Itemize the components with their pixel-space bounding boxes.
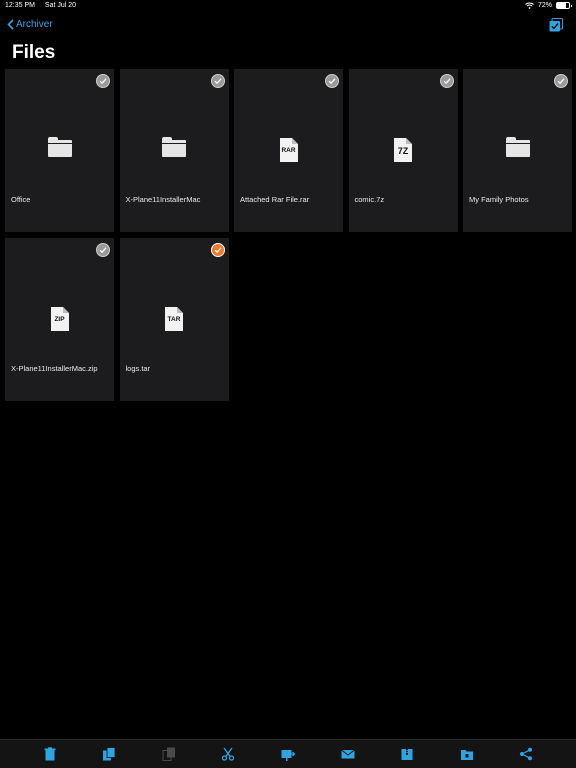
trash-icon[interactable] xyxy=(42,746,58,762)
navigation-bar: Archiver xyxy=(0,14,576,38)
file-tile[interactable]: 7Z comic.7z xyxy=(348,69,458,232)
file-name: logs.tar xyxy=(125,364,151,373)
selection-check-icon[interactable] xyxy=(439,74,454,88)
move-icon[interactable] xyxy=(280,746,296,762)
file-name: Office xyxy=(11,195,31,204)
back-button[interactable]: Archiver xyxy=(7,19,53,30)
status-time: 12:35 PM xyxy=(5,2,35,9)
archive-extension-label: TAR xyxy=(167,316,181,323)
wifi-icon xyxy=(525,2,534,9)
file-tile[interactable]: ZIP X-Plane11InstallerMac.zip xyxy=(5,238,114,401)
share-icon[interactable] xyxy=(518,746,534,762)
selection-check-icon[interactable] xyxy=(96,243,110,257)
file-name: X-Plane11InstallerMac.zip xyxy=(11,364,98,373)
file-name: X-Plane11InstallerMac xyxy=(125,195,201,204)
archive-extension-label: RAR xyxy=(281,147,296,154)
file-tile[interactable]: RAR Attached Rar File.rar xyxy=(234,69,343,232)
bottom-toolbar xyxy=(0,739,576,768)
archive-icon[interactable] xyxy=(399,746,415,762)
status-bar: 12:35 PM Sat Jul 20 72% xyxy=(0,0,576,12)
selection-check-icon[interactable] xyxy=(210,243,225,257)
paste-icon[interactable] xyxy=(161,746,177,762)
selection-check-icon[interactable] xyxy=(96,74,110,88)
select-all-icon[interactable] xyxy=(549,18,563,32)
page-title: Files xyxy=(12,42,56,63)
folder-icon xyxy=(162,137,186,157)
status-date: Sat Jul 20 xyxy=(44,2,77,9)
archive-file-icon: ZIP xyxy=(50,306,70,332)
archive-file-icon: TAR xyxy=(164,306,184,332)
file-tile[interactable]: X-Plane11InstallerMac xyxy=(119,69,229,232)
battery-icon xyxy=(556,2,572,9)
archive-extension-label: ZIP xyxy=(54,316,65,323)
folder-icon xyxy=(47,137,72,157)
selection-check-icon[interactable] xyxy=(554,74,568,88)
file-name: comic.7z xyxy=(354,195,385,204)
mail-icon[interactable] xyxy=(340,746,356,762)
chevron-left-icon xyxy=(7,19,14,30)
file-tile[interactable]: Office xyxy=(5,69,114,232)
archive-file-icon: RAR xyxy=(279,137,299,163)
copy-icon[interactable] xyxy=(101,746,117,762)
folder-icon xyxy=(505,137,530,157)
extract-icon[interactable] xyxy=(459,746,475,762)
file-tile[interactable]: My Family Photos xyxy=(463,69,572,232)
file-tile[interactable]: TAR logs.tar xyxy=(119,238,229,401)
selection-check-icon[interactable] xyxy=(210,74,225,88)
selection-check-icon[interactable] xyxy=(325,74,339,88)
archive-file-icon: 7Z xyxy=(393,137,413,163)
file-grid: Office X-Plane11InstallerMac RAR Attached R… xyxy=(5,69,572,401)
battery-percent: 72% xyxy=(537,2,552,9)
scissors-icon[interactable] xyxy=(220,746,236,762)
archive-extension-label: 7Z xyxy=(397,146,409,156)
file-name: My Family Photos xyxy=(469,195,529,204)
back-button-label: Archiver xyxy=(16,19,53,30)
file-name: Attached Rar File.rar xyxy=(240,195,310,204)
